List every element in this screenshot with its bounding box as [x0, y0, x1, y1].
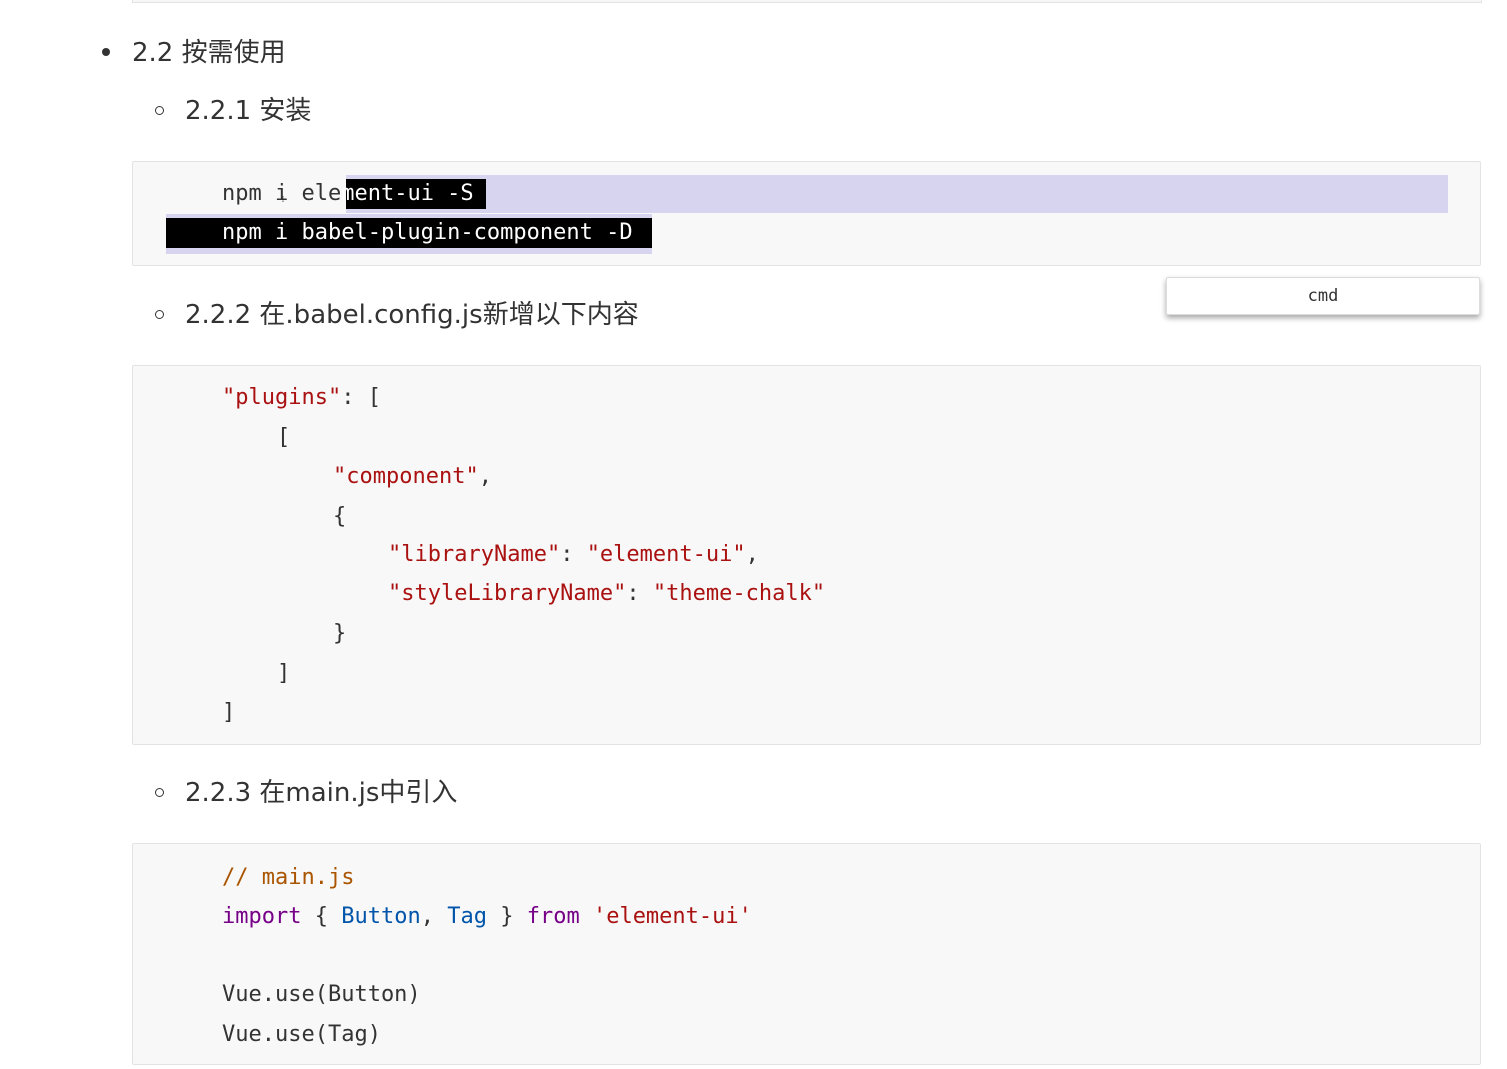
- code-text-selected: ment-ui -S: [341, 181, 474, 206]
- section-heading-2-2-2: 2.2.2 在.babel.config.js新增以下内容: [185, 300, 639, 330]
- code-comment[interactable]: // main.js: [222, 864, 354, 892]
- previous-code-block-edge: [132, 0, 1482, 3]
- text-cursor-icon: [282, 196, 284, 202]
- code-variable: Button: [341, 904, 421, 929]
- code-line[interactable]: npm i babel-plugin-component -D: [222, 219, 633, 247]
- text-selection-highlight: [346, 175, 1448, 213]
- code-language-input[interactable]: cmd: [1166, 277, 1480, 315]
- bullet-circle-icon: [155, 106, 164, 115]
- babel-config-code-block[interactable]: [132, 365, 1481, 745]
- code-string: "libraryName": [388, 542, 561, 567]
- code-line[interactable]: ]: [277, 660, 290, 688]
- code-string: "element-ui": [586, 542, 746, 567]
- code-string: 'element-ui': [592, 904, 752, 929]
- code-punctuation: ,: [420, 904, 448, 929]
- code-string: "component": [333, 464, 479, 489]
- code-punctuation: :: [626, 581, 653, 606]
- code-string: "styleLibraryName": [388, 581, 627, 606]
- code-line[interactable]: [: [277, 424, 290, 452]
- code-line[interactable]: "libraryName": "element-ui",: [388, 541, 759, 569]
- code-line[interactable]: Vue.use(Tag): [222, 1021, 381, 1049]
- code-variable: Tag: [447, 904, 487, 929]
- code-line[interactable]: {: [333, 503, 346, 531]
- section-heading-2-2: 2.2 按需使用: [132, 38, 286, 68]
- bullet-disc-icon: [102, 48, 110, 56]
- section-heading-2-2-3: 2.2.3 在main.js中引入: [185, 778, 458, 808]
- code-keyword: from: [526, 904, 580, 929]
- code-line[interactable]: Vue.use(Button): [222, 981, 421, 1009]
- bullet-circle-icon: [155, 310, 164, 319]
- code-punctuation: : [: [341, 385, 381, 410]
- code-string: "plugins": [222, 385, 342, 410]
- code-punctuation: :: [560, 542, 587, 567]
- code-string: "theme-chalk": [652, 581, 826, 606]
- code-line[interactable]: }: [333, 620, 346, 648]
- code-line[interactable]: import { Button, Tag } from 'element-ui': [222, 903, 752, 931]
- code-line[interactable]: "plugins": [: [222, 384, 381, 412]
- code-punctuation: ,: [478, 464, 492, 489]
- code-line[interactable]: npm i element-ui -S: [222, 180, 474, 208]
- code-line[interactable]: ]: [222, 699, 235, 727]
- code-line[interactable]: "component",: [333, 463, 492, 491]
- section-heading-2-2-1: 2.2.1 安装: [185, 96, 312, 126]
- code-punctuation: {: [301, 904, 342, 929]
- code-keyword: import: [222, 904, 302, 929]
- bullet-circle-icon: [155, 788, 164, 797]
- code-punctuation: ,: [745, 542, 759, 567]
- code-punctuation: }: [486, 904, 527, 929]
- code-line[interactable]: "styleLibraryName": "theme-chalk": [388, 580, 825, 608]
